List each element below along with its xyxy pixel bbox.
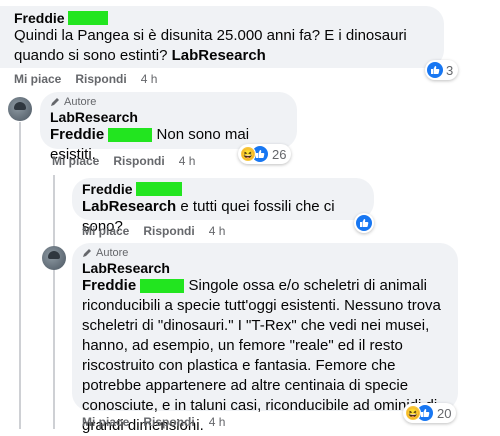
haha-reaction-icon: 😆 <box>405 405 421 421</box>
comment-author[interactable]: LabResearch <box>50 109 287 125</box>
like-button[interactable]: Mi piace <box>82 415 129 429</box>
redacted-name <box>140 279 185 294</box>
redacted-name <box>136 182 183 196</box>
comment-time[interactable]: 4 h <box>179 154 196 168</box>
mention-tag[interactable]: LabResearch <box>82 198 176 215</box>
reaction-count[interactable] <box>354 213 374 233</box>
reaction-count-label: 26 <box>272 146 287 162</box>
pencil-icon <box>83 249 91 257</box>
comment-bubble: Autore LabResearch Freddie Non sono mai … <box>40 92 297 163</box>
reply-button[interactable]: Rispondi <box>75 72 126 86</box>
like-button[interactable]: Mi piace <box>14 72 61 86</box>
comment-actions: Mi piace Rispondi 4 h <box>14 72 157 86</box>
avatar[interactable] <box>8 97 32 121</box>
comment-author[interactable]: Freddie <box>82 181 364 197</box>
thread-line-main <box>19 122 21 429</box>
redacted-name <box>68 11 109 25</box>
comment-bubble: Autore LabResearch Freddie Singole ossa … <box>72 243 458 434</box>
mention-tag[interactable]: Freddie <box>50 126 104 143</box>
mention-tag[interactable]: Freddie <box>82 277 136 294</box>
comment-text: Quindi la Pangea si è disunita 25.000 an… <box>14 27 407 64</box>
pencil-icon <box>51 98 59 106</box>
comment-actions: Mi piace Rispondi 4 h <box>82 224 225 238</box>
comment-time[interactable]: 4 h <box>209 224 226 238</box>
reaction-count[interactable]: 3 <box>425 60 459 80</box>
reaction-count-label: 20 <box>437 405 452 421</box>
comment-time[interactable]: 4 h <box>209 415 226 429</box>
like-reaction-icon <box>356 215 372 231</box>
comment-bubble: Freddie LabResearch e tutti quei fossili… <box>72 178 374 235</box>
author-role-badge: Autore <box>82 247 448 259</box>
author-role-badge: Autore <box>50 96 287 108</box>
comment-text: Freddie Singole ossa e/o scheletri di an… <box>82 277 441 434</box>
comment-actions: Mi piace Rispondi 4 h <box>82 415 225 429</box>
redacted-name <box>108 128 153 143</box>
reaction-count-label: 3 <box>446 62 454 78</box>
like-button[interactable]: Mi piace <box>82 224 129 238</box>
reply-button[interactable]: Rispondi <box>143 415 194 429</box>
comment-author[interactable]: Freddie <box>14 10 430 26</box>
comment-actions: Mi piace Rispondi 4 h <box>52 154 195 168</box>
mention-tag[interactable]: LabResearch <box>172 47 266 64</box>
reaction-count[interactable]: 😆 26 <box>238 144 292 164</box>
avatar[interactable] <box>42 246 66 270</box>
like-button[interactable]: Mi piace <box>52 154 99 168</box>
comment-time[interactable]: 4 h <box>141 72 158 86</box>
comment-bubble: Freddie Quindi la Pangea si è disunita 2… <box>0 6 444 68</box>
like-reaction-icon <box>427 62 443 78</box>
thread-line-sub <box>53 175 55 429</box>
comment-author[interactable]: LabResearch <box>82 260 448 276</box>
reaction-count[interactable]: 😆 20 <box>403 403 457 423</box>
haha-reaction-icon: 😆 <box>240 146 256 162</box>
reply-button[interactable]: Rispondi <box>143 224 194 238</box>
reply-button[interactable]: Rispondi <box>113 154 164 168</box>
